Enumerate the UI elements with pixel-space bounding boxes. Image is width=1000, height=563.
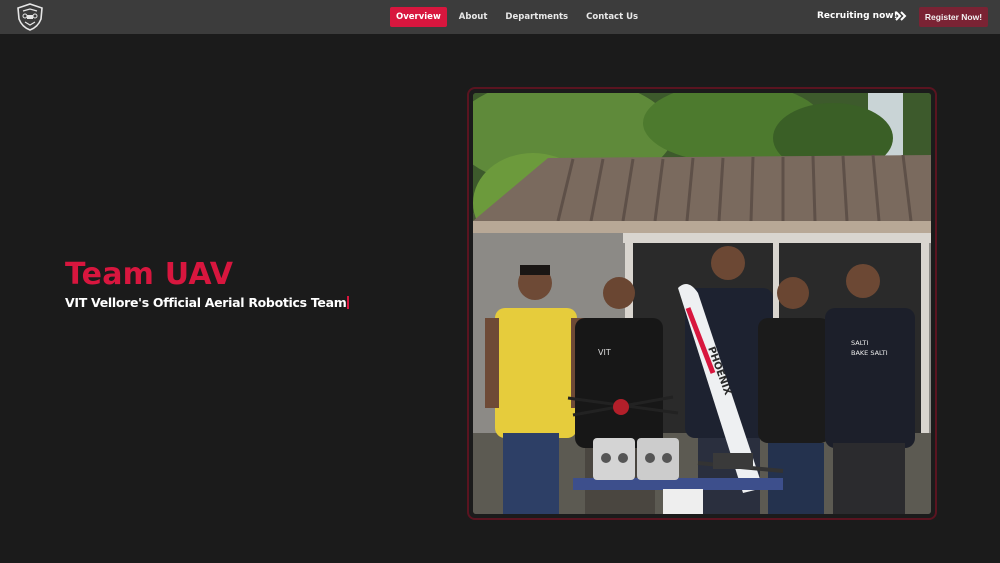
typing-caret — [347, 296, 350, 309]
nav-links: Overview About Departments Contact Us — [390, 7, 650, 27]
nav-link-about[interactable]: About — [453, 7, 494, 27]
hero-title: Team UAV — [65, 257, 234, 292]
hero-subtitle-text: VIT Vellore's Official Aerial Robotics T… — [65, 295, 347, 310]
top-navbar: Overview About Departments Contact Us Re… — [0, 0, 1000, 34]
nav-link-overview[interactable]: Overview — [390, 7, 447, 27]
register-now-button[interactable]: Register Now! — [919, 7, 988, 27]
double-chevron-right-icon[interactable] — [894, 9, 908, 23]
photo-shirt-text-1: SALTI — [851, 339, 868, 347]
photo-shirt-print-vit: VIT — [598, 348, 611, 357]
team-photo-frame: VIT PHOENIX SALTI BAKE SALTI — [467, 87, 937, 520]
team-photo: VIT PHOENIX SALTI BAKE SALTI — [473, 93, 931, 514]
nav-link-departments[interactable]: Departments — [499, 7, 574, 27]
hero-subtitle: VIT Vellore's Official Aerial Robotics T… — [65, 295, 350, 310]
recruiting-text: Recruiting now! — [817, 11, 898, 21]
shield-drone-logo-icon[interactable] — [14, 2, 46, 32]
photo-shirt-text-2: BAKE SALTI — [851, 349, 888, 357]
nav-link-contact-us[interactable]: Contact Us — [580, 7, 644, 27]
